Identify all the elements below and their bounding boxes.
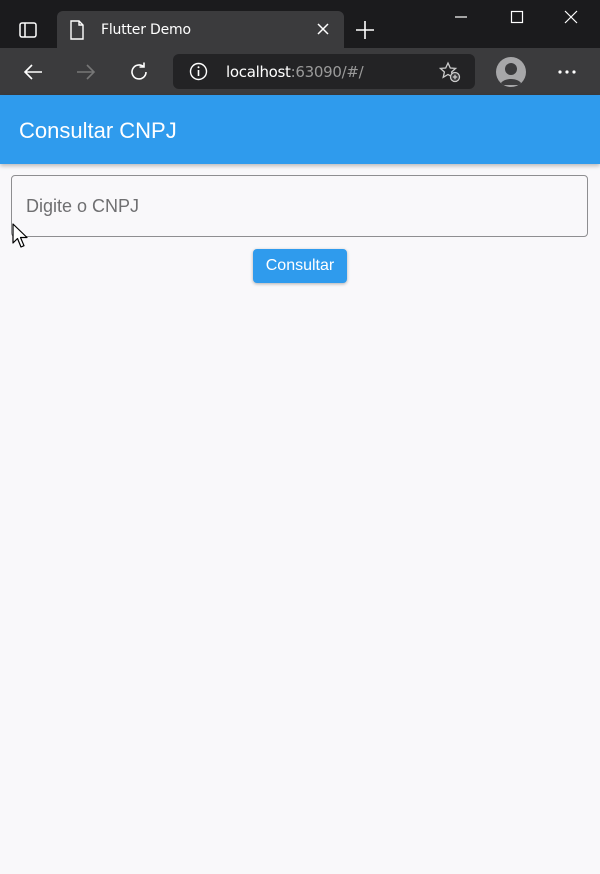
close-window-icon[interactable] [546, 0, 596, 34]
tab-actions-icon[interactable] [10, 12, 46, 48]
url-text[interactable]: localhost:63090/#/ [226, 63, 364, 81]
app-bar: Consultar CNPJ [0, 95, 600, 164]
forward-arrow-icon[interactable] [70, 56, 102, 88]
url-path: :63090/#/ [290, 63, 364, 81]
consultar-button[interactable]: Consultar [253, 249, 347, 283]
mouse-cursor-icon [12, 223, 28, 248]
cnpj-field[interactable] [11, 175, 588, 237]
browser-titlebar: Flutter Demo [0, 0, 600, 48]
plus-icon[interactable] [352, 17, 378, 43]
favorite-add-icon[interactable] [439, 61, 461, 83]
page-icon [70, 20, 84, 40]
url-host: localhost [226, 63, 291, 81]
page-title: Consultar CNPJ [19, 118, 177, 143]
browser-toolbar: localhost:63090/#/ [0, 48, 600, 95]
browser-tab[interactable]: Flutter Demo [57, 11, 344, 48]
tab-title: Flutter Demo [101, 22, 191, 38]
minimize-icon[interactable] [436, 0, 486, 34]
close-icon[interactable] [315, 21, 331, 37]
maximize-icon[interactable] [492, 0, 542, 34]
reload-icon[interactable] [123, 56, 155, 88]
info-icon[interactable] [189, 62, 208, 81]
address-bar[interactable]: localhost:63090/#/ [173, 54, 475, 89]
profile-icon[interactable] [496, 57, 526, 87]
back-arrow-icon[interactable] [17, 56, 49, 88]
cnpj-input[interactable] [12, 176, 587, 236]
more-icon[interactable] [552, 57, 582, 87]
